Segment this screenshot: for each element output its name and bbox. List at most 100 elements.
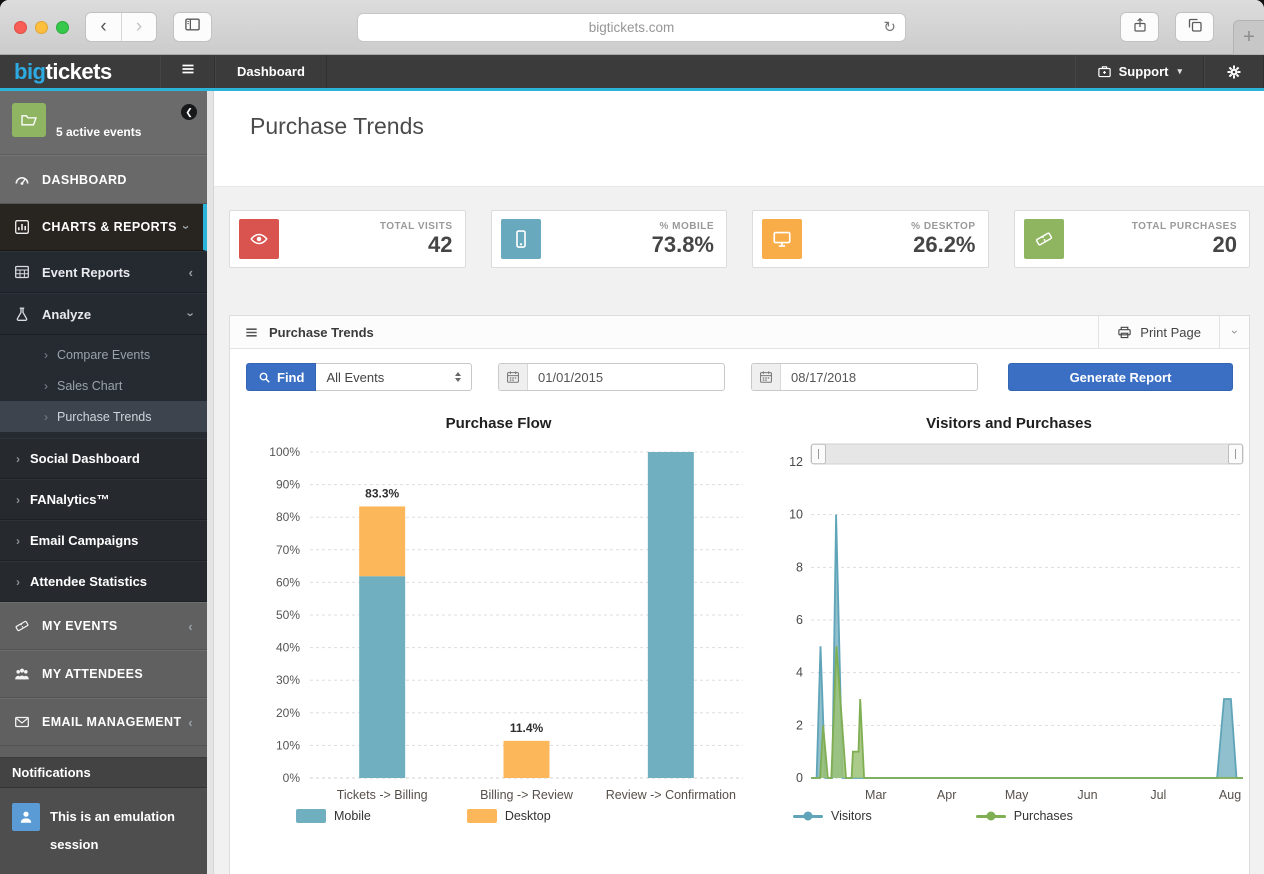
chevron-left-icon: ‹	[189, 266, 193, 279]
gauge-icon	[14, 172, 30, 188]
ticket-icon	[14, 618, 30, 634]
area-line-visitors	[811, 515, 1243, 778]
legend-label: Purchases	[1014, 809, 1073, 823]
sidebar-item-fanalytics[interactable]: ›FANalytics™	[0, 479, 207, 520]
browser-window: ‹ › bigtickets.com ↻ + bigtickets Dashbo…	[0, 0, 1264, 874]
purchase-flow-plot: 0%10%20%30%40%50%60%70%80%90%100%83.3%Ti…	[246, 432, 751, 807]
y-axis-tick-label: 10%	[276, 738, 300, 752]
chevron-right-icon: ›	[16, 575, 20, 589]
forward-button[interactable]: ›	[121, 13, 156, 41]
sidebar-item-analyze[interactable]: Analyze›	[0, 293, 207, 335]
y-axis-tick-label: 8	[796, 560, 803, 574]
date-from-input[interactable]	[528, 364, 724, 390]
find-label: Find	[277, 370, 304, 385]
legend-label: Visitors	[831, 809, 872, 823]
settings-menu[interactable]	[1204, 55, 1264, 88]
sidebar-item-email-campaigns[interactable]: ›Email Campaigns	[0, 520, 207, 561]
maximize-window-button[interactable]	[56, 21, 69, 34]
legend-label: Mobile	[334, 809, 371, 823]
date-from-field	[498, 363, 725, 391]
sidebar-item-email-management[interactable]: EMAIL MANAGEMENT‹	[0, 698, 207, 746]
address-bar[interactable]: bigtickets.com ↻	[357, 13, 906, 42]
sidebar-item-compare-events[interactable]: ›Compare Events	[0, 339, 207, 370]
minimize-window-button[interactable]	[35, 21, 48, 34]
sidebar-toggle-button[interactable]	[173, 12, 212, 42]
area-line-purchases	[811, 646, 1243, 778]
legend-item-mobile[interactable]: Mobile	[296, 809, 371, 823]
bar-segment-desktop	[504, 741, 550, 778]
date-to-input[interactable]	[781, 364, 977, 390]
purchase-flow-chart: Purchase Flow 0%10%20%30%40%50%60%70%80%…	[246, 405, 751, 823]
support-caret-icon: ▾	[1177, 66, 1182, 77]
chevron-right-icon: ›	[44, 379, 48, 393]
user-icon	[12, 803, 40, 831]
chart-title: Visitors and Purchases	[765, 415, 1250, 432]
sidebar-item-event-reports[interactable]: Event Reports‹	[0, 251, 207, 293]
sidebar-item-social-dashboard[interactable]: ›Social Dashboard	[0, 438, 207, 479]
bar-segment-mobile	[648, 452, 694, 778]
legend-item-purchases[interactable]: Purchases	[976, 809, 1073, 823]
stat-card-total-purchases: TOTAL PURCHASES20	[1014, 210, 1251, 268]
sidebar-active-events[interactable]: 5 active events❮	[0, 91, 207, 155]
gear-icon	[1226, 64, 1242, 80]
visitors-purchases-legend: Visitors Purchases	[793, 809, 1250, 823]
y-axis-tick-label: 90%	[276, 478, 300, 492]
filter-toolbar: Find All Events	[230, 349, 1249, 403]
sidebar-item-purchase-trends[interactable]: ›Purchase Trends	[0, 401, 207, 432]
panel-options-dropdown[interactable]: ›	[1219, 316, 1249, 348]
legend-item-desktop[interactable]: Desktop	[467, 809, 551, 823]
stat-label: % DESKTOP	[911, 221, 975, 232]
search-icon	[258, 371, 271, 384]
stat-card-total-visits: TOTAL VISITS42	[229, 210, 466, 268]
navbar-right: Support ▾	[1075, 55, 1264, 88]
generate-report-button[interactable]: Generate Report	[1008, 363, 1233, 391]
sidebar-collapse-circle-button[interactable]: ❮	[181, 104, 197, 120]
y-axis-tick-label: 60%	[276, 575, 300, 589]
select-arrows-icon	[455, 372, 461, 382]
close-window-button[interactable]	[14, 21, 27, 34]
legend-item-visitors[interactable]: Visitors	[793, 809, 872, 823]
nav-dashboard-label: Dashboard	[237, 64, 305, 79]
y-axis-tick-label: 80%	[276, 510, 300, 524]
sidebar-item-my-events[interactable]: MY EVENTS‹	[0, 602, 207, 650]
x-axis-month-label: May	[1005, 788, 1029, 802]
bigtickets-logo[interactable]: bigtickets	[0, 55, 160, 88]
find-button[interactable]: Find	[246, 363, 316, 391]
back-button[interactable]: ‹	[86, 13, 121, 41]
print-page-label: Print Page	[1140, 325, 1201, 340]
chevron-down-icon: ›	[184, 221, 189, 234]
nav-item-dashboard[interactable]: Dashboard	[215, 55, 327, 88]
share-button[interactable]	[1120, 12, 1159, 42]
sidebar-item-my-attendees[interactable]: MY ATTENDEES	[0, 650, 207, 698]
event-filter-group: Find All Events	[246, 363, 472, 391]
y-axis-tick-label: 12	[789, 455, 803, 469]
ticket-icon	[1024, 219, 1064, 259]
notification-item[interactable]: This is an emulation session	[0, 788, 207, 874]
x-axis-month-label: Mar	[865, 788, 887, 802]
y-axis-tick-label: 6	[796, 613, 803, 627]
stat-value: 26.2%	[911, 233, 975, 256]
sidebar-collapse-button[interactable]	[160, 55, 215, 88]
legend-line	[793, 815, 823, 818]
sidebar-item-attendee-statistics[interactable]: ›Attendee Statistics	[0, 561, 207, 602]
support-menu[interactable]: Support ▾	[1075, 55, 1204, 88]
reload-icon[interactable]: ↻	[883, 18, 896, 36]
new-tab-button[interactable]: +	[1233, 20, 1264, 55]
sidebar-item-charts-reports[interactable]: CHARTS & REPORTS›	[0, 204, 207, 251]
print-page-button[interactable]: Print Page	[1098, 316, 1219, 348]
sidebar-item-dashboard[interactable]: DASHBOARD	[0, 155, 207, 204]
charts-row: Purchase Flow 0%10%20%30%40%50%60%70%80%…	[230, 403, 1249, 823]
visitors-purchases-chart: Visitors and Purchases 024681012MarAprMa…	[765, 405, 1250, 823]
x-axis-month-label: Jul	[1150, 788, 1166, 802]
zoom-range-slider-track[interactable]	[811, 444, 1243, 464]
panel-menu-icon[interactable]	[244, 325, 259, 340]
chevron-right-icon: ›	[44, 410, 48, 424]
sidebar-item-sales-chart[interactable]: ›Sales Chart	[0, 370, 207, 401]
table-icon	[14, 264, 30, 280]
sidebar-scrollbar-gutter[interactable]	[207, 91, 214, 874]
tab-overview-button[interactable]	[1175, 12, 1214, 42]
event-select[interactable]: All Events	[316, 363, 472, 391]
chevron-right-icon: ›	[16, 534, 20, 548]
legend-dot	[804, 812, 813, 821]
calendar-icon	[752, 364, 781, 390]
